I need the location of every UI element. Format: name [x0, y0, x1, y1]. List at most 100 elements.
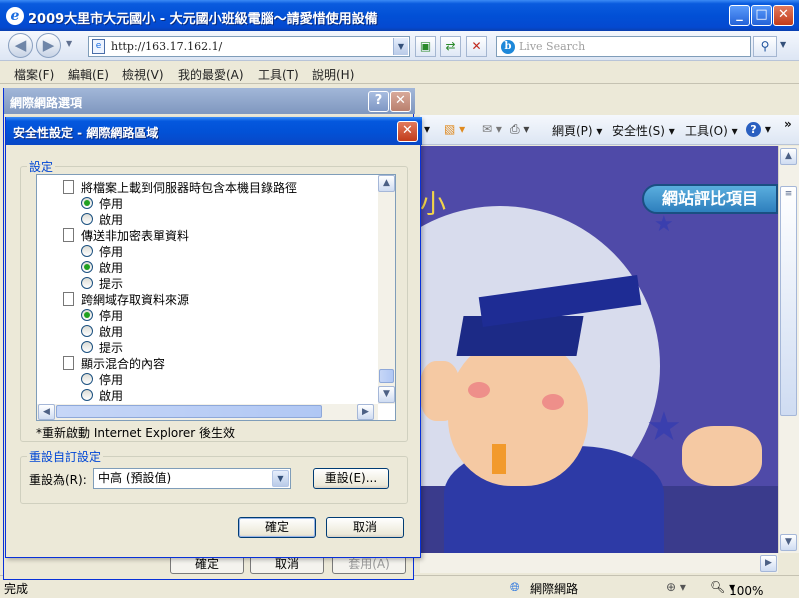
home-dropdown-icon[interactable]: ▾ [424, 122, 430, 136]
radio-label: 啟用 [99, 213, 124, 227]
cheek [542, 394, 564, 410]
menu-bar: 檔案(F) 編輯(E) 檢視(V) 我的最愛(A) 工具(T) 說明(H) [0, 62, 799, 84]
close-button[interactable]: ✕ [773, 5, 794, 26]
live-search-icon: b [501, 40, 515, 54]
graduate-cap [456, 316, 584, 356]
site-review-link[interactable]: 網站評比項目 [642, 184, 778, 214]
address-value: http://163.17.162.1/ [111, 40, 223, 53]
page-horizontal-scrollbar[interactable]: ▶ [420, 553, 778, 573]
radio-checked[interactable] [81, 261, 93, 273]
print-icon[interactable]: ⎙ ▾ [510, 122, 529, 137]
radio-unchecked[interactable] [81, 213, 93, 225]
menu-file[interactable]: 檔案(F) [14, 66, 54, 83]
help-icon: ? [746, 122, 761, 137]
history-dropdown-icon[interactable]: ▼ [66, 39, 72, 48]
address-dropdown-icon[interactable]: ▼ [393, 38, 408, 55]
search-input[interactable]: b Live Search [496, 36, 751, 57]
graduate-hand [682, 426, 762, 486]
reset-button[interactable]: 重設(E)... [313, 468, 389, 489]
scroll-up-button[interactable]: ▲ [780, 148, 797, 165]
zoom-value: 100% [729, 584, 764, 598]
radio-unchecked[interactable] [81, 325, 93, 337]
refresh-icon[interactable]: ⇄ [440, 36, 461, 57]
chevron-down-icon[interactable]: ▼ [272, 470, 289, 487]
radio-label: 停用 [99, 309, 124, 323]
reset-label: 重設為(R): [29, 473, 87, 487]
search-options-icon[interactable]: ▼ [780, 40, 786, 49]
page-menu[interactable]: 網頁(P) ▾ [552, 122, 602, 139]
scroll-left-button[interactable]: ◀ [38, 404, 55, 420]
menu-edit[interactable]: 編輯(E) [68, 66, 109, 83]
settings-tree[interactable]: 提示啟用停用顯示混合的內容提示啟用停用跨網域存取資料來源提示啟用停用傳送非加密表… [36, 174, 396, 421]
mail-icon[interactable]: ✉ ▾ [482, 122, 502, 136]
radio-unchecked[interactable] [81, 341, 93, 353]
help-button[interactable]: ? [368, 91, 389, 112]
ie-title-bar: e 2009大里市大元國小 - 大元國小班級電腦～請愛惜使用設備 _ □ ✕ [0, 0, 799, 31]
menu-view[interactable]: 檢視(V) [122, 66, 164, 83]
safety-menu[interactable]: 安全性(S) ▾ [612, 122, 675, 139]
document-icon [63, 292, 74, 306]
back-button[interactable]: ◀ [8, 33, 33, 58]
setting-name: 傳送非加密表單資料 [81, 229, 190, 243]
security-settings-dialog: 安全性設定 - 網際網路區域 ✕ 設定 提示啟用停用顯示混合的內容提示啟用停用跨… [5, 117, 422, 558]
tools-menu[interactable]: 工具(O) ▾ [685, 122, 738, 139]
scroll-thumb[interactable]: ≡ [780, 186, 797, 416]
help-menu[interactable]: ? ▾ [746, 122, 771, 137]
protected-mode-icon[interactable]: ⊕ ▾ [666, 580, 686, 594]
menu-favorites[interactable]: 我的最愛(A) [178, 66, 244, 83]
internet-options-title-bar: 網際網路選項 ? ✕ [4, 88, 415, 114]
internet-options-title: 網際網路選項 [10, 96, 83, 110]
graduate-hand [420, 361, 460, 421]
maximize-button[interactable]: □ [751, 5, 772, 26]
zoom-control[interactable]: 🔍︎ 100% ▾ [710, 580, 763, 598]
radio-label: 停用 [99, 197, 124, 211]
ok-button[interactable]: 確定 [238, 517, 316, 538]
radio-label: 停用 [99, 373, 124, 387]
stop-icon[interactable]: ✕ [466, 36, 487, 57]
close-button[interactable]: ✕ [390, 91, 411, 112]
tools-menu-label: 工具(O) [685, 124, 728, 138]
forward-button[interactable]: ▶ [36, 33, 61, 58]
radio-label: 啟用 [99, 325, 124, 339]
menu-help[interactable]: 說明(H) [312, 66, 354, 83]
zone-text: 網際網路 [530, 582, 579, 596]
scroll-right-button[interactable]: ▶ [760, 555, 777, 572]
chevron-more-icon[interactable]: » [784, 117, 792, 131]
ie-window-title: 2009大里市大元國小 - 大元國小班級電腦～請愛惜使用設備 [28, 12, 378, 27]
web-page-content: 小 網站評比項目 ★ ★ [420, 146, 778, 553]
menu-tools[interactable]: 工具(T) [258, 66, 299, 83]
ie-logo-icon: e [6, 7, 24, 25]
radio-unchecked[interactable] [81, 277, 93, 289]
radio-label: 提示 [99, 277, 124, 291]
compatibility-icon[interactable]: ▣ [415, 36, 436, 57]
scroll-right-button[interactable]: ▶ [357, 404, 374, 420]
cheek [468, 382, 490, 398]
reset-level-select[interactable]: 中高 (預設值) ▼ [93, 468, 291, 489]
scroll-down-button[interactable]: ▼ [780, 534, 797, 551]
search-button[interactable]: ⚲ [753, 36, 777, 57]
page-menu-label: 網頁(P) [552, 124, 593, 138]
radio-label: 停用 [99, 245, 124, 259]
minimize-button[interactable]: _ [729, 5, 750, 26]
radio-label: 啟用 [99, 389, 124, 403]
address-bar[interactable]: e http://163.17.162.1/ ▼ [88, 36, 410, 57]
close-button[interactable]: ✕ [397, 121, 418, 142]
cancel-button[interactable]: 取消 [326, 517, 404, 538]
radio-unchecked[interactable] [81, 389, 93, 401]
radio-checked[interactable] [81, 197, 93, 209]
scroll-thumb[interactable] [379, 369, 394, 383]
tree-horizontal-scrollbar[interactable]: ◀ ▶ [37, 404, 378, 420]
scroll-down-button[interactable]: ▼ [378, 386, 395, 403]
scroll-thumb[interactable] [56, 405, 322, 418]
feeds-icon[interactable]: ▧ ▾ [444, 122, 465, 136]
radio-checked[interactable] [81, 309, 93, 321]
radio-unchecked[interactable] [81, 373, 93, 385]
tree-vertical-scrollbar[interactable]: ▲ ▼ [378, 175, 395, 404]
security-dialog-title-bar: 安全性設定 - 網際網路區域 ✕ [6, 117, 422, 145]
security-dialog-title: 安全性設定 - 網際網路區域 [13, 126, 159, 140]
document-icon [63, 180, 74, 194]
page-vertical-scrollbar[interactable]: ▲ ≡ ▼ [778, 146, 799, 553]
scroll-up-button[interactable]: ▲ [378, 175, 395, 192]
radio-unchecked[interactable] [81, 245, 93, 257]
page-icon: e [92, 39, 105, 54]
